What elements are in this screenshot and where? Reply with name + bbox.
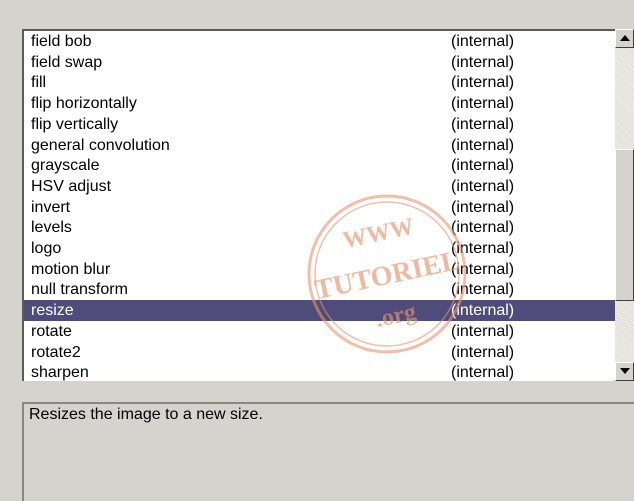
list-item[interactable]: sharpen (internal) — [24, 362, 616, 381]
scrollbar-thumb[interactable] — [615, 149, 634, 301]
filter-name: general convolution — [31, 136, 170, 154]
list-item[interactable]: invert (internal) — [24, 197, 616, 218]
description-panel: Resizes the image to a new size. — [22, 402, 634, 501]
filter-type: (internal) — [451, 281, 515, 299]
list-item[interactable]: rotate (internal) — [24, 321, 616, 342]
filter-name: logo — [31, 240, 62, 257]
list-item[interactable]: general convolution (internal) — [24, 135, 616, 156]
list-item[interactable]: flip horizontally (internal) — [24, 93, 616, 114]
filter-type: (internal) — [451, 115, 515, 133]
list-item[interactable]: fill (internal) — [24, 72, 616, 93]
filter-listbox[interactable]: field bob (internal) field swap (internal) f… — [22, 29, 634, 381]
filter-type: (internal) — [451, 53, 515, 71]
list-item[interactable]: field bob (internal) — [24, 31, 616, 52]
list-item[interactable]: logo (internal) — [24, 238, 616, 259]
list-item[interactable]: HSV adjust (internal) — [24, 176, 616, 197]
arrow-down-icon — [620, 368, 630, 374]
list-item[interactable]: motion blur (internal) — [24, 259, 616, 280]
filter-name: sharpen — [31, 364, 89, 381]
list-item[interactable]: rotate2 (internal) — [24, 342, 616, 363]
list-item[interactable]: resize (internal) — [24, 300, 616, 322]
description-text: Resizes the image to a new size. — [29, 406, 263, 423]
filter-name: rotate2 — [31, 343, 81, 361]
filter-type: (internal) — [451, 177, 515, 195]
filter-name: HSV adjust — [31, 177, 112, 195]
scroll-up-button[interactable] — [615, 29, 634, 48]
filter-name: flip horizontally — [31, 95, 137, 113]
filter-name: rotate — [31, 322, 72, 340]
filter-name: invert — [31, 198, 71, 216]
list-item[interactable]: field swap (internal) — [24, 52, 616, 73]
arrow-up-icon — [620, 35, 630, 41]
filter-name: field swap — [31, 53, 103, 71]
filter-name: field bob — [31, 33, 92, 50]
filter-type: (internal) — [451, 74, 515, 92]
list-item[interactable]: grayscale (internal) — [24, 155, 616, 176]
filter-name: grayscale — [31, 157, 100, 175]
filter-type: (internal) — [451, 95, 515, 113]
list-item[interactable]: null transform (internal) — [24, 279, 616, 300]
list-item[interactable]: flip vertically (internal) — [24, 114, 616, 135]
filter-type: (internal) — [451, 157, 515, 175]
filter-name: null transform — [31, 281, 128, 299]
filter-name: motion blur — [31, 260, 111, 278]
filter-type: (internal) — [451, 322, 515, 340]
filter-type: (internal) — [451, 198, 515, 216]
filter-type: (internal) — [451, 33, 515, 50]
filter-type: (internal) — [451, 219, 515, 237]
filter-name: resize — [31, 302, 74, 320]
filter-name: levels — [31, 219, 72, 237]
filter-name: flip vertically — [31, 115, 119, 133]
filter-type: (internal) — [451, 240, 515, 257]
scroll-down-button[interactable] — [615, 362, 634, 381]
filter-name: fill — [31, 74, 47, 92]
filter-type: (internal) — [451, 343, 515, 361]
filter-type: (internal) — [451, 136, 515, 154]
filter-type: (internal) — [451, 260, 515, 278]
vertical-scrollbar[interactable] — [615, 29, 634, 381]
filter-type: (internal) — [451, 364, 515, 381]
filter-type: (internal) — [451, 302, 515, 320]
list-item[interactable]: levels (internal) — [24, 217, 616, 238]
